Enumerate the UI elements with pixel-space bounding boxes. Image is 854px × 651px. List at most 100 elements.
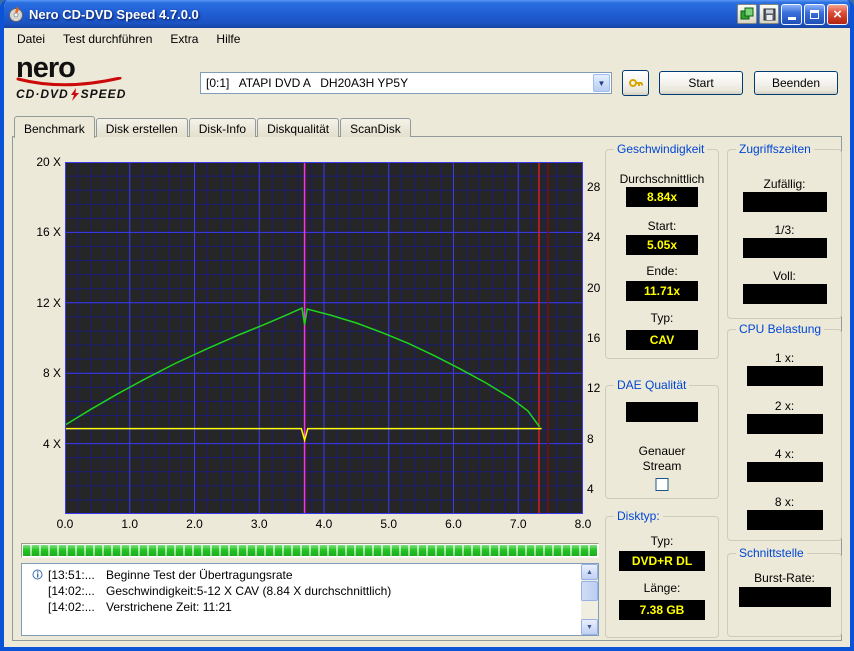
disc-length-label: Länge: bbox=[606, 581, 718, 595]
menu-bar: Datei Test durchführen Extra Hilfe bbox=[4, 28, 850, 50]
tab-benchmark[interactable]: Benchmark bbox=[14, 116, 95, 138]
menu-extra[interactable]: Extra bbox=[161, 29, 207, 49]
average-speed-value: 8.84x bbox=[626, 187, 698, 207]
group-disktyp: Disktyp: Typ: DVD+R DL Länge: 7.38 GB bbox=[605, 516, 719, 638]
x-axis-tick: 3.0 bbox=[251, 517, 268, 531]
group-dae-qualitaet: DAE Qualität Genauer Stream bbox=[605, 385, 719, 499]
chevron-down-icon[interactable]: ▼ bbox=[593, 74, 610, 92]
cpu-8x-value bbox=[747, 510, 823, 530]
minimize-icon bbox=[788, 17, 796, 20]
dae-quality-value bbox=[626, 402, 698, 422]
floppy-icon bbox=[763, 8, 776, 21]
log-scrollbar[interactable]: ▲ ▼ bbox=[581, 564, 598, 635]
group-caption: Schnittstelle bbox=[736, 546, 807, 560]
end-label: Ende: bbox=[606, 264, 718, 278]
x-axis-tick: 2.0 bbox=[186, 517, 203, 531]
benchmark-chart bbox=[65, 162, 583, 514]
titlebar-discs-button[interactable] bbox=[737, 4, 757, 24]
full-access-value bbox=[743, 284, 827, 304]
scroll-up-button[interactable]: ▲ bbox=[581, 564, 598, 580]
cpu-2x-label: 2 x: bbox=[728, 399, 841, 413]
lightning-icon bbox=[70, 88, 80, 101]
window-title: Nero CD-DVD Speed 4.7.0.0 bbox=[29, 7, 737, 22]
accurate-stream-label: Genauer bbox=[606, 444, 718, 458]
tab-disk-info[interactable]: Disk-Info bbox=[189, 118, 256, 137]
discs-icon bbox=[740, 7, 754, 21]
left-axis-tick: 12 X bbox=[36, 296, 61, 310]
log-message: Beginne Test der Übertragungsrate bbox=[106, 568, 293, 582]
average-label: Durchschnittlich bbox=[616, 172, 708, 186]
log-info-icon bbox=[32, 569, 48, 581]
tab-scandisk[interactable]: ScanDisk bbox=[340, 118, 411, 137]
progress-fill bbox=[23, 545, 597, 556]
title-bar: Nero CD-DVD Speed 4.7.0.0 × bbox=[0, 0, 854, 28]
close-icon: × bbox=[833, 7, 842, 22]
menu-datei[interactable]: Datei bbox=[8, 29, 54, 49]
full-access-label: Voll: bbox=[728, 269, 841, 283]
app-icon bbox=[8, 6, 24, 22]
accurate-stream-label: Stream bbox=[606, 459, 718, 473]
log-row: [14:02:... Geschwindigkeit:5-12 X CAV (8… bbox=[22, 583, 580, 599]
one-third-access-label: 1/3: bbox=[728, 223, 841, 237]
options-key-button[interactable] bbox=[622, 70, 649, 96]
benchmark-page: 20 X 16 X 12 X 8 X 4 X 28 24 20 16 12 8 … bbox=[12, 136, 842, 641]
key-icon bbox=[628, 75, 644, 91]
left-axis-tick: 8 X bbox=[43, 366, 61, 380]
start-label: Start: bbox=[606, 219, 718, 233]
cpu-4x-label: 4 x: bbox=[728, 447, 841, 461]
type-label: Typ: bbox=[606, 311, 718, 325]
disc-type-value: DVD+R DL bbox=[619, 551, 705, 571]
cpu-8x-label: 8 x: bbox=[728, 495, 841, 509]
group-caption: Disktyp: bbox=[614, 509, 663, 523]
left-axis-tick: 20 X bbox=[36, 155, 61, 169]
scroll-down-button[interactable]: ▼ bbox=[581, 619, 598, 635]
tab-disk-erstellen[interactable]: Disk erstellen bbox=[96, 118, 188, 137]
log-icon-spacer bbox=[32, 585, 48, 597]
log-message: Verstrichene Zeit: 11:21 bbox=[106, 600, 232, 614]
accurate-stream-checkbox[interactable] bbox=[656, 478, 669, 491]
log-timestamp: [14:02:... bbox=[48, 584, 106, 598]
group-cpu-belastung: CPU Belastung 1 x: 2 x: 4 x: 8 x: bbox=[727, 329, 842, 541]
beenden-button[interactable]: Beenden bbox=[754, 71, 838, 95]
group-geschwindigkeit: Geschwindigkeit Durchschnittlich 8.84x S… bbox=[605, 149, 719, 359]
drive-select-value: [0:1] ATAPI DVD A DH20A3H YP5Y bbox=[206, 76, 593, 90]
close-button[interactable]: × bbox=[827, 4, 848, 25]
start-button[interactable]: Start bbox=[659, 71, 743, 95]
left-axis-tick: 4 X bbox=[43, 437, 61, 451]
x-axis-tick: 0.0 bbox=[57, 517, 74, 531]
cpu-2x-value bbox=[747, 414, 823, 434]
random-access-label: Zufällig: bbox=[728, 177, 841, 191]
titlebar-save-button[interactable] bbox=[759, 4, 779, 24]
log-message: Geschwindigkeit:5-12 X CAV (8.84 X durch… bbox=[106, 584, 391, 598]
tab-diskqualitaet[interactable]: Diskqualität bbox=[257, 118, 339, 137]
log-row: [13:51:... Beginne Test der Übertragungs… bbox=[22, 567, 580, 583]
x-axis-tick: 4.0 bbox=[316, 517, 333, 531]
scrollbar-thumb[interactable] bbox=[581, 581, 598, 601]
progress-bar bbox=[21, 543, 599, 558]
drive-select[interactable]: [0:1] ATAPI DVD A DH20A3H YP5Y ▼ bbox=[200, 72, 612, 94]
right-axis-tick: 4 bbox=[587, 482, 594, 496]
minimize-button[interactable] bbox=[781, 4, 802, 25]
right-axis-tick: 20 bbox=[587, 281, 600, 295]
left-axis: 20 X 16 X 12 X 8 X 4 X bbox=[15, 162, 61, 514]
log-row: [14:02:... Verstrichene Zeit: 11:21 bbox=[22, 599, 580, 615]
read-type-value: CAV bbox=[626, 330, 698, 350]
menu-hilfe[interactable]: Hilfe bbox=[207, 29, 249, 49]
log-icon-spacer bbox=[32, 601, 48, 613]
end-speed-value: 11.71x bbox=[626, 281, 698, 301]
group-zugriffszeiten: Zugriffszeiten Zufällig: 1/3: Voll: bbox=[727, 149, 842, 319]
tab-strip: Benchmark Disk erstellen Disk-Info Diskq… bbox=[14, 115, 412, 137]
group-caption: Geschwindigkeit bbox=[614, 142, 707, 156]
x-axis: 0.0 1.0 2.0 3.0 4.0 5.0 6.0 7.0 8.0 bbox=[65, 517, 583, 531]
group-caption: CPU Belastung bbox=[736, 322, 824, 336]
right-axis-tick: 12 bbox=[587, 381, 600, 395]
menu-test-durchfuehren[interactable]: Test durchführen bbox=[54, 29, 161, 49]
disc-length-value: 7.38 GB bbox=[619, 600, 705, 620]
x-axis-tick: 6.0 bbox=[445, 517, 462, 531]
logo-cddvd-text: CD·DVD bbox=[16, 87, 69, 101]
x-axis-tick: 1.0 bbox=[121, 517, 138, 531]
cpu-4x-value bbox=[747, 462, 823, 482]
benchmark-plot-svg bbox=[65, 162, 583, 514]
x-axis-tick: 8.0 bbox=[575, 517, 592, 531]
maximize-button[interactable] bbox=[804, 4, 825, 25]
